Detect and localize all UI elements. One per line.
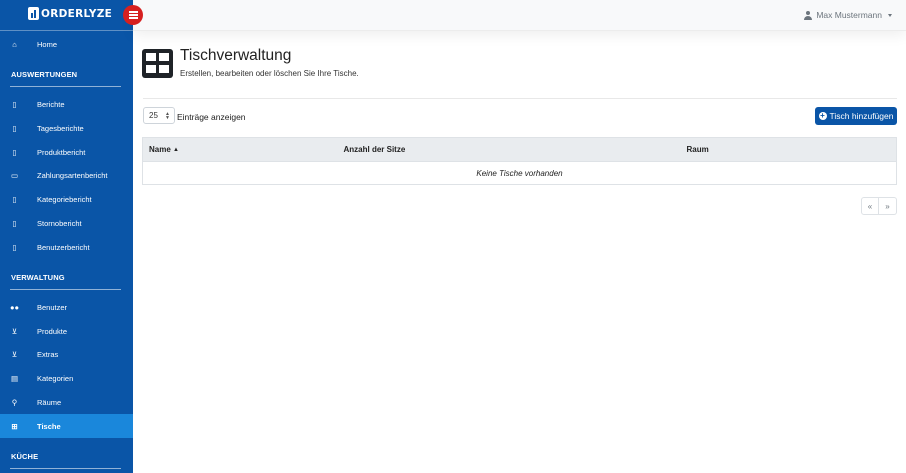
section-verwaltung: VERWALTUNG: [11, 273, 65, 282]
sidebar-item-extras[interactable]: ⊻ Extras: [0, 342, 133, 366]
next-page-button[interactable]: »: [879, 197, 897, 215]
user-name: Max Mustermann: [816, 10, 882, 20]
page-length-select[interactable]: 25 ▲ ▼: [143, 107, 175, 124]
sidebar-item-home[interactable]: ⌂ Home: [0, 32, 133, 56]
section-kueche: KÜCHE: [11, 452, 39, 461]
file-icon: ▯: [12, 147, 17, 157]
sidebar-item-berichte[interactable]: ▯ Berichte: [0, 92, 133, 116]
table-row: Keine Tische vorhanden: [142, 161, 897, 185]
file-icon: ▯: [12, 99, 17, 109]
sidebar: ORDERLYZE ⌂ Home AUSWERTUNGEN ▯ Berichte…: [0, 0, 133, 473]
divider: [10, 289, 121, 290]
add-table-button[interactable]: + Tisch hinzufügen: [815, 107, 897, 125]
prev-page-button[interactable]: «: [861, 197, 879, 215]
sidebar-item-raeume[interactable]: ⚲ Räume: [0, 390, 133, 414]
logo-icon: [28, 7, 39, 20]
empty-message: Keine Tische vorhanden: [142, 161, 897, 185]
menu-toggle-button[interactable]: [123, 5, 143, 25]
column-header-name[interactable]: Name ▲: [142, 137, 344, 162]
hamburger-icon: [128, 14, 138, 16]
home-icon: ⌂: [12, 39, 17, 49]
caret-down-icon: [888, 13, 892, 17]
sidebar-item-tische[interactable]: ⊞ Tische: [0, 414, 133, 438]
user-icon: [804, 10, 813, 20]
logo[interactable]: ORDERLYZE: [28, 7, 112, 20]
column-header-room[interactable]: Raum: [686, 137, 897, 162]
map-marker-icon: ⚲: [11, 397, 18, 407]
file-icon: ▯: [12, 242, 17, 252]
sidebar-item-kategoriebericht[interactable]: ▯ Kategoriebericht: [0, 187, 133, 211]
sidebar-item-produkte[interactable]: ⊻ Produkte: [0, 319, 133, 343]
table-icon: [142, 49, 173, 78]
cart-plus-icon: ⊻: [11, 349, 18, 359]
users-icon: ●●: [10, 302, 20, 312]
page-title: Tischverwaltung: [180, 47, 292, 64]
sidebar-item-benutzerbericht[interactable]: ▯ Benutzerbericht: [0, 235, 133, 259]
divider: [143, 98, 897, 99]
table-header-row: Name ▲ Anzahl der Sitze Raum: [142, 137, 897, 162]
sidebar-item-stornobericht[interactable]: ▯ Stornobericht: [0, 211, 133, 235]
file-icon: ▯: [12, 218, 17, 228]
page-subtitle: Erstellen, bearbeiten oder löschen Sie I…: [180, 69, 359, 78]
divider: [10, 468, 121, 469]
cart-icon: ⊻: [11, 326, 18, 336]
sidebar-item-produktbericht[interactable]: ▯ Produktbericht: [0, 140, 133, 164]
file-icon: ▯: [12, 194, 17, 204]
page-length-label: Einträge anzeigen: [177, 112, 246, 122]
list-icon: ▤: [10, 373, 19, 383]
sidebar-item-zahlungsartenbericht[interactable]: ▭ Zahlungsartenbericht: [0, 163, 133, 187]
table-icon: ⊞: [11, 421, 18, 431]
pagination: « »: [861, 197, 897, 215]
credit-card-icon: ▭: [10, 170, 19, 180]
divider: [10, 86, 121, 87]
logo-text: ORDERLYZE: [41, 7, 113, 20]
select-arrows-icon: ▲ ▼: [165, 111, 170, 121]
section-auswertungen: AUSWERTUNGEN: [11, 70, 78, 79]
column-header-seats[interactable]: Anzahl der Sitze: [343, 137, 687, 162]
tables-table: Name ▲ Anzahl der Sitze Raum Keine Tisch…: [142, 137, 897, 185]
user-menu[interactable]: Max Mustermann: [804, 10, 892, 20]
brand: ORDERLYZE: [0, 0, 133, 31]
topbar: Max Mustermann: [133, 0, 906, 31]
file-icon: ▯: [12, 123, 17, 133]
plus-circle-icon: +: [818, 111, 827, 120]
sort-asc-icon: ▲: [173, 147, 179, 153]
sidebar-item-tagesberichte[interactable]: ▯ Tagesberichte: [0, 116, 133, 140]
sidebar-item-kategorien[interactable]: ▤ Kategorien: [0, 366, 133, 390]
sidebar-item-benutzer[interactable]: ●● Benutzer: [0, 295, 133, 319]
